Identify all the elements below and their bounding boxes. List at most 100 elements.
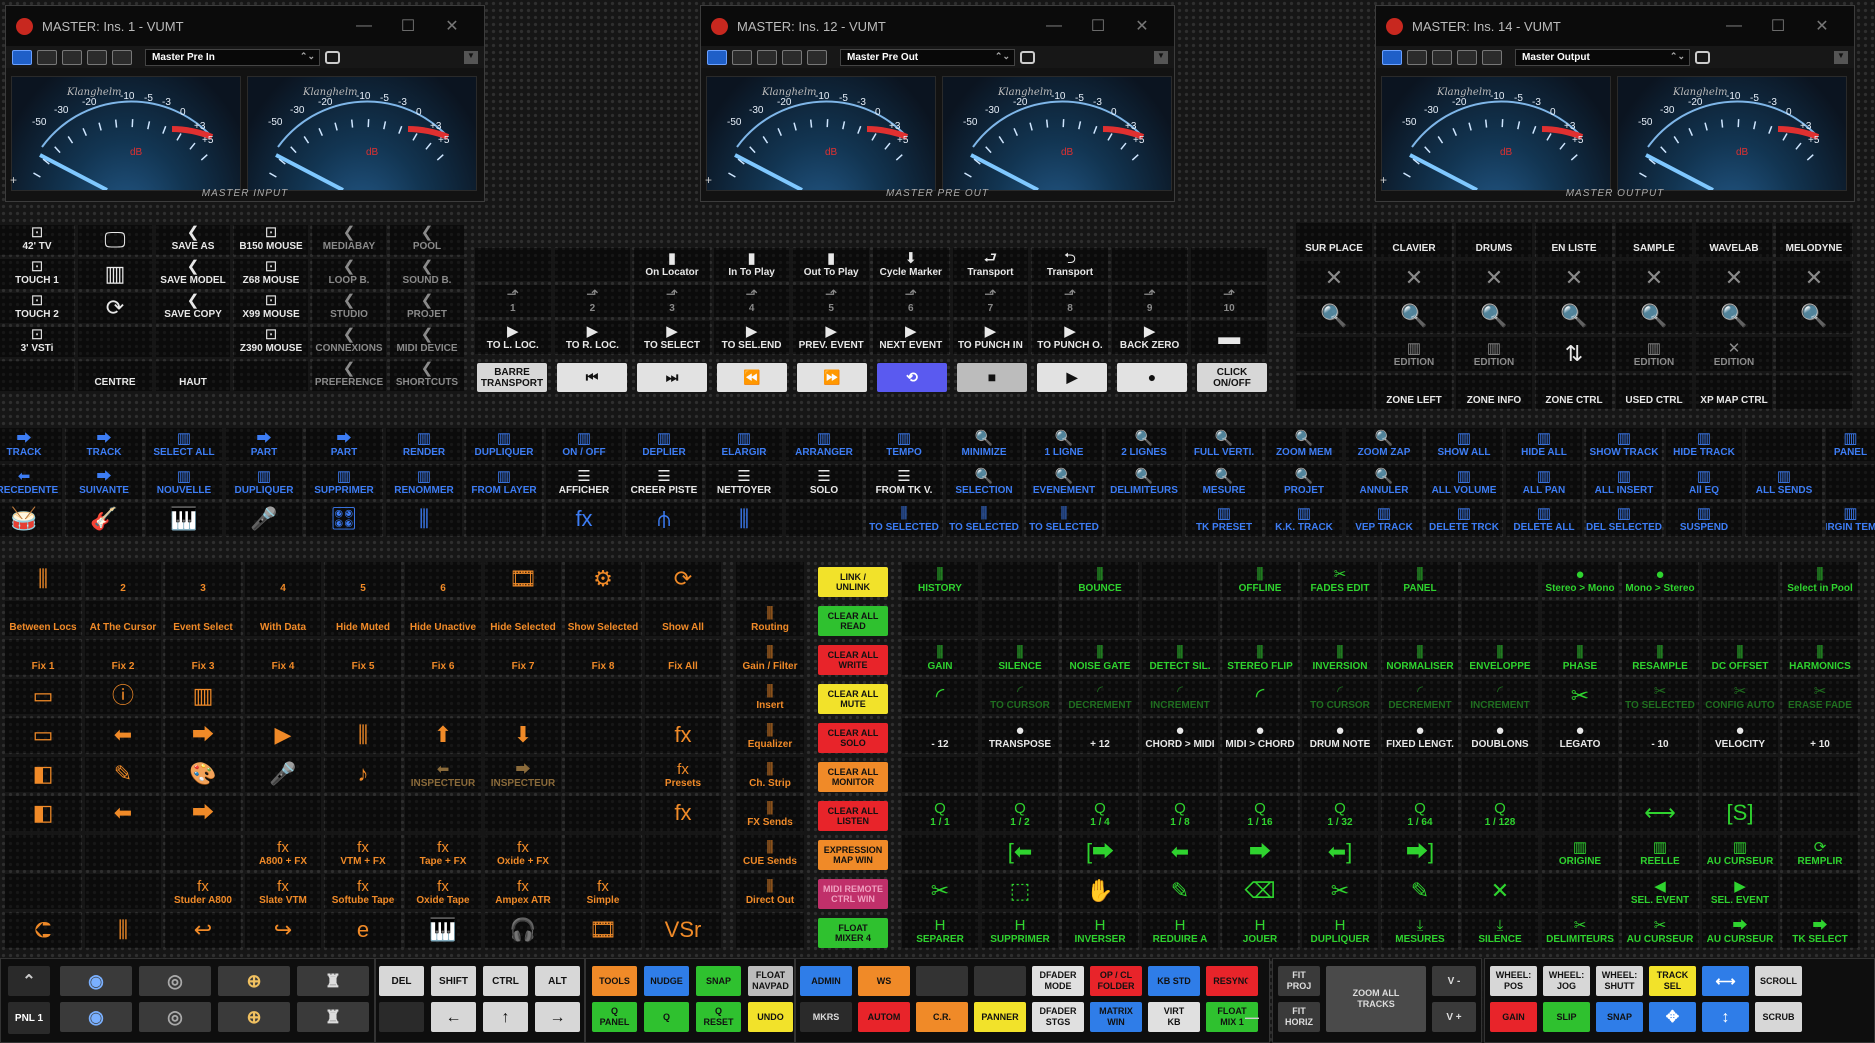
key-normaliser[interactable]: ⫼ NORMALISER <box>1382 640 1458 675</box>
key-resample[interactable]: ⫼ RESAMPLE <box>1622 640 1698 675</box>
write-icon[interactable] <box>87 49 107 65</box>
key-config-auto[interactable]: ✂ CONFIG AUTO <box>1702 679 1778 714</box>
key-track[interactable]: ⮕ TRACK <box>66 428 142 462</box>
key-out-to-play[interactable]: ▮ Out To Play <box>793 248 869 281</box>
key-blank[interactable]: [⮕ <box>1062 835 1138 870</box>
key-panel[interactable]: ▥ PANEL <box>1826 428 1875 462</box>
zoom-all-tracks-button[interactable]: ZOOM ALL TRACKS <box>1326 966 1426 1032</box>
transport-button-3[interactable]: ⏪ <box>717 363 787 392</box>
key-blank[interactable]: ⫼ <box>85 913 161 948</box>
key-prev-event[interactable]: ▶ PREV. EVENT <box>793 321 869 354</box>
key-dupliquer[interactable]: ▥ DUPLIQUER <box>466 428 542 462</box>
close-x-icon[interactable]: ✕ <box>1237 966 1267 996</box>
key-back-zero[interactable]: ▶ BACK ZERO <box>1111 321 1188 354</box>
key-silence[interactable]: ⤓ SILENCE <box>1462 913 1538 948</box>
key-1-4[interactable]: Q1 / 4 <box>1062 796 1138 831</box>
key-blank[interactable]: ⬚ <box>982 874 1058 909</box>
key-wavelab[interactable]: WAVELAB <box>1696 223 1772 257</box>
key-in-to-play[interactable]: ▮ In To Play <box>713 248 790 281</box>
key-blank[interactable]: ↪ <box>245 913 321 948</box>
power-icon[interactable] <box>12 49 32 65</box>
automation-clear-all-write[interactable]: CLEAR ALL WRITE <box>818 645 888 675</box>
automation-clear-all-mute[interactable]: CLEAR ALL MUTE <box>818 684 888 714</box>
key-blank[interactable]: 🎨 <box>165 757 241 792</box>
key-x99-mouse[interactable]: ⊡ X99 MOUSE <box>234 293 308 323</box>
fit-project-button[interactable]: FIT PROJ <box>1278 966 1320 996</box>
key-dc-offset[interactable]: ⫼ DC OFFSET <box>1702 640 1778 675</box>
key-minimize[interactable]: 🔍 MINIMIZE <box>946 428 1022 462</box>
key-transport[interactable]: ⮌ Transport <box>1032 248 1108 281</box>
automation-clear-all-read[interactable]: CLEAR ALL READ <box>818 606 888 636</box>
key-tempo[interactable]: ▥ TEMPO <box>866 428 942 462</box>
key-sur-place[interactable]: SUR PLACE <box>1296 223 1372 257</box>
key-all-insert[interactable]: ▥ ALL INSERT <box>1586 465 1662 499</box>
key-12[interactable]: + 12 <box>1062 718 1138 753</box>
preset-select[interactable]: Master Pre Out ⌃⌄ <box>840 48 1015 66</box>
key-edition[interactable]: ✕ EDITION <box>1696 337 1772 371</box>
func-ws[interactable]: WS <box>858 966 910 996</box>
key-blank[interactable]: 🔍 <box>1296 299 1372 333</box>
key-reduire-a[interactable]: H REDUIRE A <box>1142 913 1218 948</box>
key-shift[interactable]: SHIFT <box>431 966 476 996</box>
plugin-slot-1-icon[interactable]: ◉ <box>60 966 132 996</box>
transport-button-4[interactable]: ⏩ <box>797 363 867 392</box>
key-1-ligne[interactable]: 🔍 1 LIGNE <box>1026 428 1102 462</box>
key-part[interactable]: ⮕ PART <box>226 428 302 462</box>
tool-q-panel[interactable]: Q PANEL <box>592 1002 637 1032</box>
func-autom[interactable]: AUTOM <box>858 1002 910 1032</box>
key-blank[interactable]: ✂ <box>902 874 978 909</box>
key-to-selected[interactable]: ⫼ TO SELECTED <box>866 502 942 536</box>
key-blank[interactable]: ✕ <box>1376 261 1452 295</box>
key-all-pan[interactable]: ▥ ALL PAN <box>1506 465 1582 499</box>
key-b150-mouse[interactable]: ⊡ B150 MOUSE <box>234 225 308 255</box>
func-blank-3[interactable] <box>974 966 1026 996</box>
key-fix-3[interactable]: Fix 3 <box>165 640 241 675</box>
key-bounce[interactable]: ⫼ BOUNCE <box>1062 562 1138 597</box>
key-au-curseur[interactable]: ▥ AU CURSEUR <box>1702 835 1778 870</box>
func-admin[interactable]: ADMIN <box>800 966 852 996</box>
key-noise-gate[interactable]: ⫼ NOISE GATE <box>1062 640 1138 675</box>
key-annuler[interactable]: 🔍 ANNULER <box>1346 465 1422 499</box>
key-remplir[interactable]: ⟳ REMPLIR <box>1782 835 1858 870</box>
key-enveloppe[interactable]: ⫼ ENVELOPPE <box>1462 640 1538 675</box>
key-blank[interactable]: 🔍 <box>1776 299 1852 333</box>
key-blank[interactable]: 🔍 <box>1536 299 1612 333</box>
key-transport[interactable]: ⮐ Transport <box>952 248 1029 281</box>
key-1-1[interactable]: Q1 / 1 <box>902 796 978 831</box>
key-projet[interactable]: ❮ PROJET <box>390 293 464 323</box>
key-softube-tape[interactable]: fx Softube Tape <box>325 874 401 909</box>
func-blank-2[interactable] <box>916 966 968 996</box>
key-legato[interactable]: ● LEGATO <box>1542 718 1618 753</box>
maximize-icon[interactable]: ☐ <box>1756 16 1800 36</box>
key-cycle-marker[interactable]: ⬇ Cycle Marker <box>873 248 949 281</box>
key-doublons[interactable]: ● DOUBLONS <box>1462 718 1538 753</box>
key-42-tv[interactable]: ⊡ 42' TV <box>0 225 74 255</box>
read-icon[interactable] <box>757 49 777 65</box>
key-select-in-pool[interactable]: ⫼ Select in Pool <box>1782 562 1858 597</box>
key-z68-mouse[interactable]: ⊡ Z68 MOUSE <box>234 259 308 289</box>
plugin-slot-8-icon[interactable]: ♜ <box>297 1002 369 1032</box>
bypass-icon[interactable] <box>1407 49 1427 65</box>
key-reelle[interactable]: ▥ REELLE <box>1622 835 1698 870</box>
arrow-left-button[interactable]: ← <box>431 1002 476 1032</box>
key-to-cursor[interactable]: ◜ TO CURSOR <box>982 679 1058 714</box>
key-supprimer[interactable]: ▥ SUPPRIMER <box>306 465 382 499</box>
key-blank[interactable]: 🎤 <box>226 502 302 536</box>
zoom-v-plus-button[interactable]: V + <box>1432 1002 1476 1032</box>
key-mesure[interactable]: 🔍 MESURE <box>1186 465 1262 499</box>
automation-clear-all-listen[interactable]: CLEAR ALL LISTEN <box>818 801 888 831</box>
maximize-icon[interactable]: ☐ <box>1076 16 1120 36</box>
automation-float-mixer-4[interactable]: FLOAT MIXER 4 <box>818 918 888 948</box>
key-3[interactable]: ⬏ 3 <box>634 284 710 318</box>
key-blank[interactable]: ✎ <box>85 757 161 792</box>
key-blank[interactable]: ✕ <box>1616 261 1692 295</box>
key-show-all[interactable]: ▥ SHOW ALL <box>1426 428 1502 462</box>
wheel-mode-3-button[interactable]: WHEEL: SHUTT <box>1596 966 1643 996</box>
key-loop-b[interactable]: ❮ LOOP B. <box>312 259 386 289</box>
key-7[interactable]: ⬏ 7 <box>952 284 1029 318</box>
power-icon[interactable] <box>1382 49 1402 65</box>
key-simple[interactable]: fx Simple <box>565 874 641 909</box>
key-save-as[interactable]: ❮ SAVE AS <box>156 225 230 255</box>
key-1-8[interactable]: Q1 / 8 <box>1142 796 1218 831</box>
key-deplier[interactable]: ▥ DEPLIER <box>626 428 702 462</box>
